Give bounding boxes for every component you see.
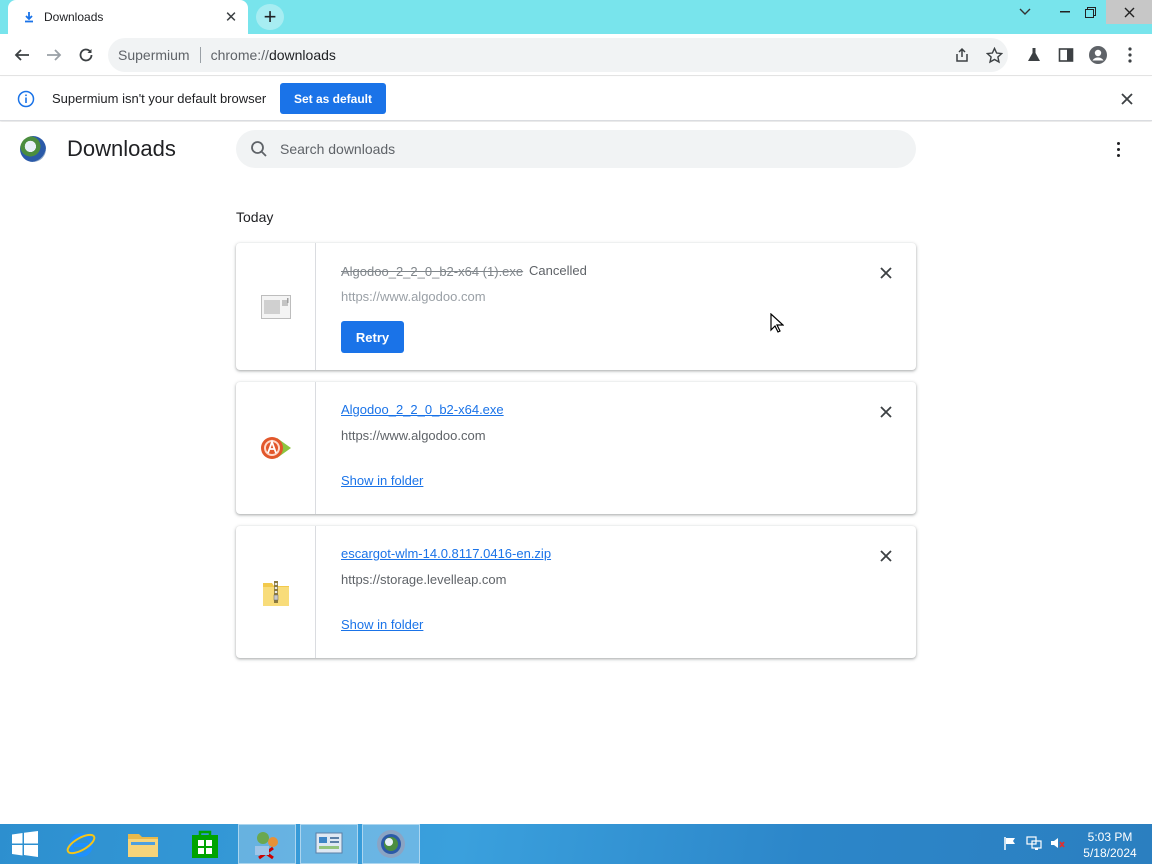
tab-title: Downloads: [44, 10, 104, 24]
search-icon: [251, 141, 267, 157]
download-item: Algodoo_2_2_0_b2-x64 (1).exe Cancelled h…: [236, 243, 916, 370]
title-bar: Downloads ✕ +: [0, 0, 1152, 34]
file-name-link[interactable]: escargot-wlm-14.0.8117.0416-en.zip: [341, 546, 551, 561]
url-text: chrome://downloads: [211, 47, 336, 63]
mouse-cursor-icon: [770, 313, 784, 333]
source-url: https://www.algodoo.com: [341, 289, 486, 304]
network-app-icon[interactable]: [238, 824, 296, 864]
remove-download-icon[interactable]: [876, 263, 896, 283]
system-clock[interactable]: 5:03 PM 5/18/2024: [1076, 829, 1144, 861]
action-center-flag-icon[interactable]: [1001, 834, 1019, 852]
remove-download-icon[interactable]: [876, 546, 896, 566]
download-status: Cancelled: [529, 263, 587, 278]
download-item: Algodoo_2_2_0_b2-x64.exe https://www.alg…: [236, 382, 916, 514]
file-name-link[interactable]: Algodoo_2_2_0_b2-x64.exe: [341, 402, 504, 417]
show-in-folder-link[interactable]: Show in folder: [341, 473, 423, 488]
close-window-button[interactable]: [1106, 0, 1152, 24]
url-prefix: chrome://: [210, 47, 269, 63]
restore-button[interactable]: [1075, 0, 1105, 24]
volume-muted-icon[interactable]: [1049, 834, 1067, 852]
browser-toolbar: Supermium chrome://downloads: [0, 34, 1152, 76]
source-url: https://storage.levelleap.com: [341, 572, 507, 587]
source-url: https://www.algodoo.com: [341, 428, 486, 443]
share-icon[interactable]: [948, 41, 976, 69]
algodoo-app-icon: [260, 437, 291, 459]
profile-avatar-icon[interactable]: [1084, 41, 1112, 69]
start-icon[interactable]: [0, 824, 50, 864]
internet-explorer-icon[interactable]: [52, 824, 110, 864]
download-item: escargot-wlm-14.0.8117.0416-en.zip https…: [236, 526, 916, 658]
omnibox-divider: [199, 47, 201, 63]
file-name: Algodoo_2_2_0_b2-x64 (1).exe: [341, 264, 524, 279]
page-menu-icon[interactable]: [1107, 138, 1129, 160]
downloads-page: Downloads Today Algodoo_2_2_0_b2-x64 (1)…: [0, 122, 1152, 824]
side-panel-icon[interactable]: [1052, 41, 1080, 69]
page-title: Downloads: [67, 136, 176, 161]
browser-menu-icon[interactable]: [1116, 41, 1144, 69]
tab-close-icon[interactable]: ✕: [220, 6, 242, 28]
zip-folder-icon: [262, 581, 289, 606]
windows-taskbar: 5:03 PM 5/18/2024: [0, 824, 1152, 864]
network-status-icon[interactable]: [1025, 834, 1043, 852]
reload-button[interactable]: [72, 41, 100, 69]
show-in-folder-link[interactable]: Show in folder: [341, 617, 423, 632]
file-icon-column: [236, 243, 316, 370]
back-button[interactable]: [8, 41, 36, 69]
address-bar[interactable]: Supermium chrome://downloads: [108, 38, 1008, 72]
generic-file-icon: [260, 294, 291, 319]
download-icon: [22, 10, 36, 24]
supermium-icon[interactable]: [362, 824, 420, 864]
file-icon-column: [236, 526, 316, 658]
clock-date: 5/18/2024: [1083, 846, 1137, 860]
forward-button[interactable]: [40, 41, 68, 69]
search-input[interactable]: [280, 130, 880, 168]
file-icon-column: [236, 382, 316, 514]
store-icon[interactable]: [176, 824, 234, 864]
infobar-message: Supermium isn't your default browser: [52, 91, 267, 106]
bookmark-star-icon[interactable]: [980, 41, 1008, 69]
infobar-close-icon[interactable]: [1117, 89, 1137, 109]
control-panel-icon[interactable]: [300, 824, 358, 864]
new-tab-button[interactable]: +: [256, 4, 284, 30]
site-label: Supermium: [118, 47, 190, 63]
experiments-flask-icon[interactable]: [1020, 41, 1048, 69]
url-host: downloads: [268, 47, 336, 63]
set-as-default-button[interactable]: Set as default: [280, 83, 386, 114]
remove-download-icon[interactable]: [876, 402, 896, 422]
tab-downloads[interactable]: Downloads ✕: [8, 0, 248, 34]
tab-search-icon[interactable]: [1010, 0, 1040, 24]
default-browser-infobar: Supermium isn't your default browser Set…: [0, 77, 1152, 121]
date-group-label: Today: [236, 209, 274, 225]
supermium-logo: [20, 136, 46, 162]
search-box[interactable]: [236, 130, 916, 168]
file-explorer-icon[interactable]: [114, 824, 172, 864]
clock-time: 5:03 PM: [1087, 830, 1133, 844]
info-icon: [17, 90, 35, 108]
retry-button[interactable]: Retry: [341, 321, 404, 353]
